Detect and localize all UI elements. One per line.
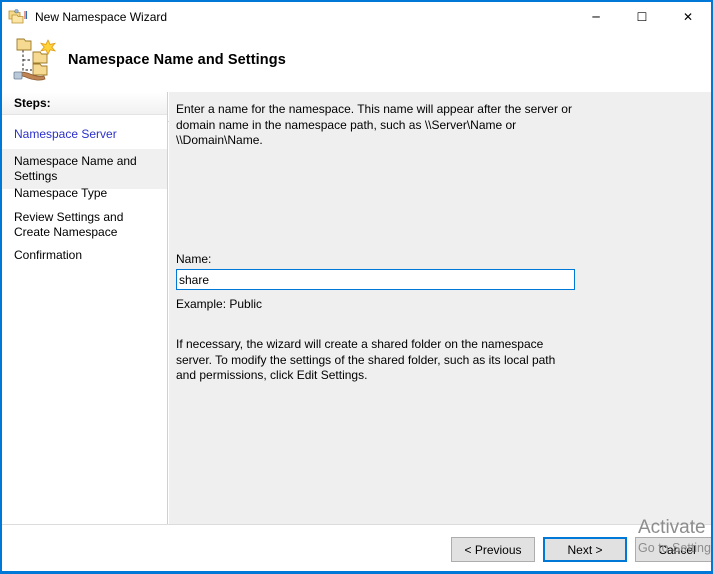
wizard-window: New Namespace Wizard ─ ☐ ✕ [0, 0, 713, 574]
intro-paragraph: Enter a name for the namespace. This nam… [176, 102, 576, 149]
dfs-namespace-icon [12, 34, 62, 84]
steps-header-label: Steps: [14, 96, 51, 110]
sidebar-item-confirmation[interactable]: Confirmation [2, 243, 167, 268]
wizard-banner: Namespace Name and Settings [2, 32, 711, 92]
namespace-folders-icon [8, 8, 28, 26]
steps-sidebar: Steps: Namespace Server Namespace Name a… [2, 92, 168, 570]
cancel-button[interactable]: Cancel [635, 537, 713, 562]
sidebar-item-namespace-type[interactable]: Namespace Type [2, 181, 167, 206]
name-example-text: Example: Public [176, 297, 262, 311]
page-title: Namespace Name and Settings [68, 52, 286, 68]
window-controls: ─ ☐ ✕ [573, 2, 711, 32]
next-button[interactable]: Next > [543, 537, 627, 562]
previous-button[interactable]: < Previous [451, 537, 535, 562]
maximize-button[interactable]: ☐ [619, 2, 665, 32]
close-button[interactable]: ✕ [665, 2, 711, 32]
content-panel: Enter a name for the namespace. This nam… [169, 92, 711, 524]
intro-paragraph-wrap: Enter a name for the namespace. This nam… [176, 102, 581, 149]
wizard-footer: < Previous Next > Cancel [2, 524, 711, 572]
window-title: New Namespace Wizard [35, 11, 167, 23]
sidebar-item-namespace-server[interactable]: Namespace Server [2, 122, 167, 147]
sidebar-item-review-settings-and-create-namespace[interactable]: Review Settings and Create Namespace [2, 205, 167, 245]
title-bar: New Namespace Wizard ─ ☐ ✕ [2, 2, 711, 32]
shared-folder-paragraph: If necessary, the wizard will create a s… [176, 337, 576, 384]
shared-folder-paragraph-wrap: If necessary, the wizard will create a s… [176, 337, 576, 384]
steps-header: Steps: [2, 92, 167, 115]
namespace-name-input[interactable] [176, 269, 575, 290]
minimize-button[interactable]: ─ [573, 2, 619, 32]
name-label: Name: [176, 252, 211, 266]
